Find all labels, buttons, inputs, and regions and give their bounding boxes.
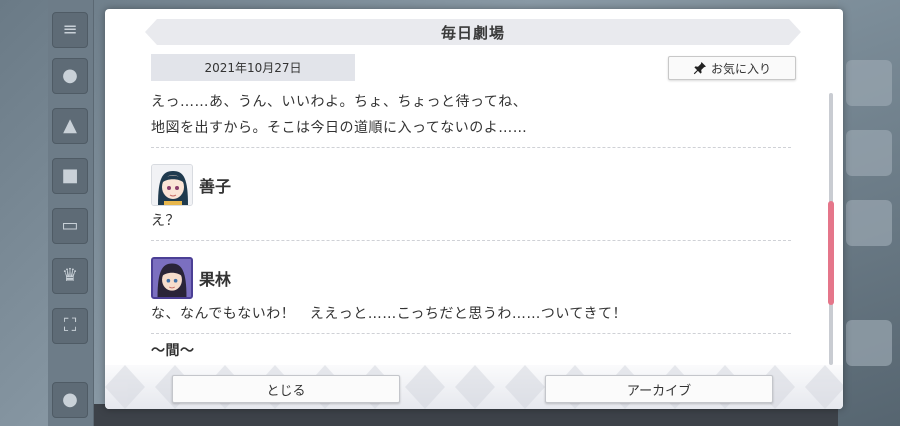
story-line-2: 地図を出すから。そこは今日の道順に入ってないのよ…… <box>151 120 528 136</box>
chat-icon[interactable]: ● <box>52 58 88 94</box>
profile-icon[interactable]: ● <box>52 382 88 418</box>
fullscreen-icon[interactable]: ⛶ <box>52 308 88 344</box>
modal-title: 毎日劇場 <box>145 19 801 45</box>
trophy-icon[interactable]: ♛ <box>52 258 88 294</box>
monitor-icon[interactable]: ▭ <box>52 208 88 244</box>
close-button[interactable]: とじる <box>172 375 400 403</box>
story-line-yoshiko: え？ <box>151 213 180 229</box>
story-content[interactable]: えっ……あ、うん、いいわよ。ちょ、ちょっと待ってね、 地図を出すから。そこは今日… <box>151 89 791 371</box>
right-tile-4 <box>846 320 892 366</box>
favorite-label: お気に入り <box>710 61 771 76</box>
story-line-karin: な、なんでもないわ！ ええっと……こっちだと思うわ……ついてきて！ <box>151 306 627 322</box>
pin-icon <box>693 62 706 75</box>
speaker-name-karin: 果林 <box>199 270 232 289</box>
gift-icon[interactable]: ■ <box>52 158 88 194</box>
right-tile-2 <box>846 130 892 176</box>
avatar-yoshiko <box>151 164 193 206</box>
daily-theater-modal: 毎日劇場 2021年10月27日 お気に入り えっ……あ、うん、いいわよ。ちょ、… <box>105 9 843 409</box>
archive-button[interactable]: アーカイブ <box>545 375 773 403</box>
scrollbar-thumb[interactable] <box>828 201 834 305</box>
story-ending: 〜間〜 <box>151 343 195 359</box>
story-line-1: えっ……あ、うん、いいわよ。ちょ、ちょっと待ってね、 <box>151 94 528 110</box>
speaker-block-karin: 果林 <box>151 255 791 301</box>
speaker-name-yoshiko: 善子 <box>199 177 232 196</box>
date-tag: 2021年10月27日 <box>151 54 355 81</box>
shop-icon[interactable]: ▲ <box>52 108 88 144</box>
favorite-button[interactable]: お気に入り <box>668 56 796 80</box>
speaker-block-yoshiko: 善子 <box>151 162 791 208</box>
right-tile-1 <box>846 60 892 106</box>
menu-icon[interactable]: ≡ <box>52 12 88 48</box>
avatar-karin <box>151 257 193 299</box>
right-tile-3 <box>846 200 892 246</box>
